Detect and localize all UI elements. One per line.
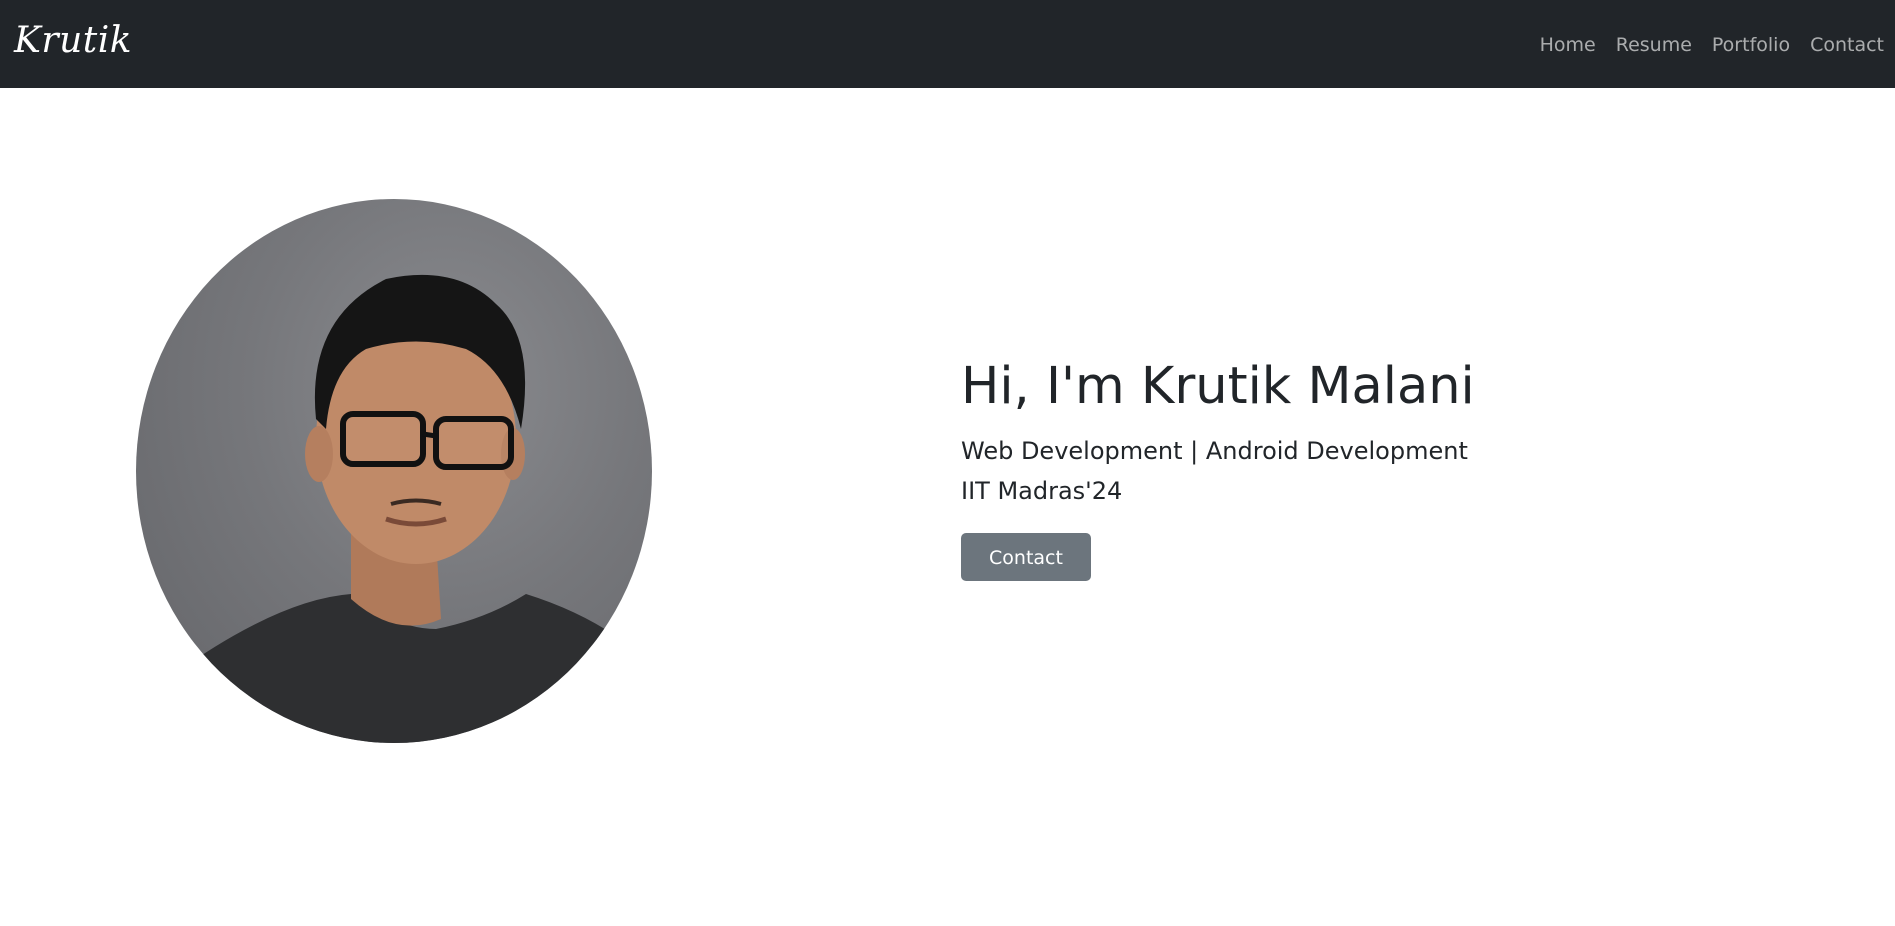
navbar: Krutik Home Resume Portfolio Contact [0,0,1895,88]
hero-section: Hi, I'm Krutik Malani Web Development | … [961,356,1761,582]
profile-photo-illustration [145,274,652,743]
nav-link-home[interactable]: Home [1530,35,1606,55]
page-title: Hi, I'm Krutik Malani [961,357,1475,416]
nav-link-contact[interactable]: Contact [1800,35,1884,55]
contact-button[interactable]: Contact [961,533,1091,582]
hero-subtitle-skills: Web Development | Android Development [961,437,1468,466]
hero-subtitle-education: IIT Madras'24 [961,477,1123,506]
nav-link-resume[interactable]: Resume [1606,35,1702,55]
nav-link-portfolio[interactable]: Portfolio [1702,35,1800,55]
nav-links: Home Resume Portfolio Contact [1530,35,1884,55]
profile-photo [136,199,652,743]
brand-logo[interactable]: Krutik [14,23,132,59]
